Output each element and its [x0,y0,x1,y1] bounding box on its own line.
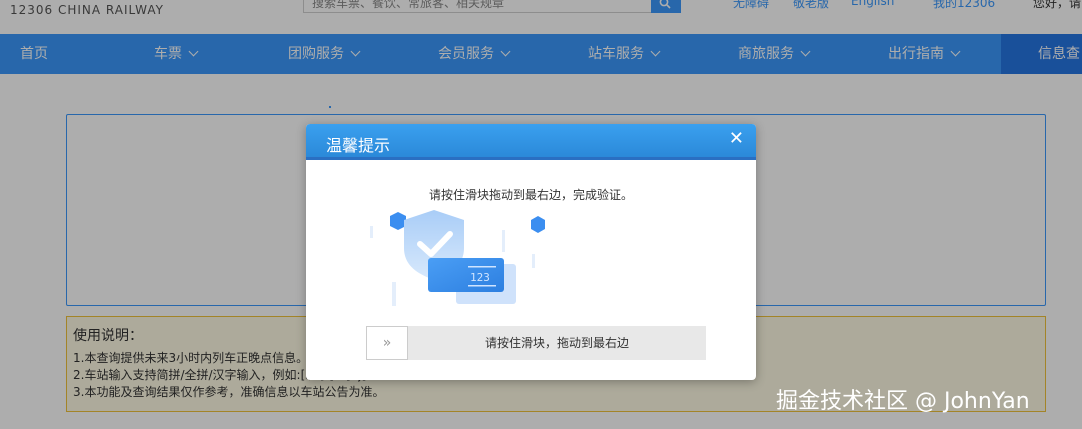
close-icon[interactable]: ✕ [729,128,744,149]
code-text: 123 [470,271,490,284]
dialog-message: 请按住滑块拖动到最右边，完成验证。 [428,188,633,202]
verification-dialog: 温馨提示 ✕ 请按住滑块拖动到最右边，完成验证。 123 » 请按住滑块，拖动到… [306,124,756,380]
slider-instruction: 请按住滑块，拖动到最右边 [484,336,629,350]
watermark-text: 掘金技术社区 @ JohnYan [776,389,1030,414]
dialog-title: 温馨提示 [326,136,391,155]
slider-captcha[interactable]: » 请按住滑块，拖动到最右边 [366,326,706,360]
slider-handle[interactable]: » [366,326,408,360]
shield-verify-illustration: 123 [370,210,545,306]
dialog-header: 温馨提示 ✕ [306,124,756,160]
